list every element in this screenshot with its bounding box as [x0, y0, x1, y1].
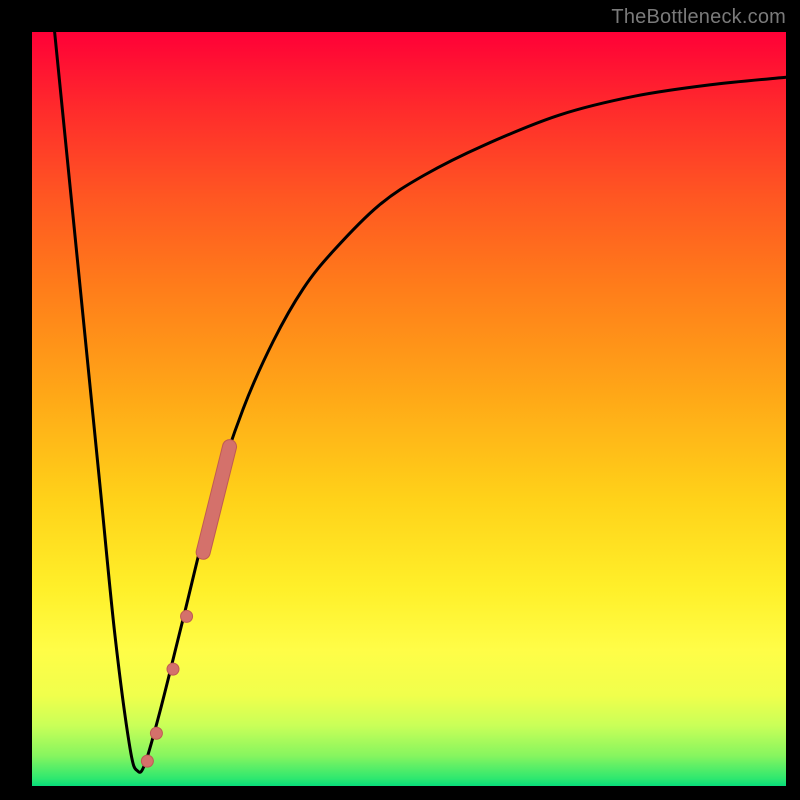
curve-marker-dot — [181, 610, 193, 622]
chart-frame: TheBottleneck.com — [0, 0, 800, 800]
bottleneck-curve — [55, 32, 786, 772]
plot-area — [32, 32, 786, 786]
curve-marker-dot — [167, 663, 179, 675]
attribution-text: TheBottleneck.com — [611, 6, 786, 29]
curve-marker-dot — [141, 755, 153, 767]
chart-svg — [32, 32, 786, 786]
curve-marker-segment — [203, 447, 229, 553]
curve-marker-dot — [150, 727, 162, 739]
